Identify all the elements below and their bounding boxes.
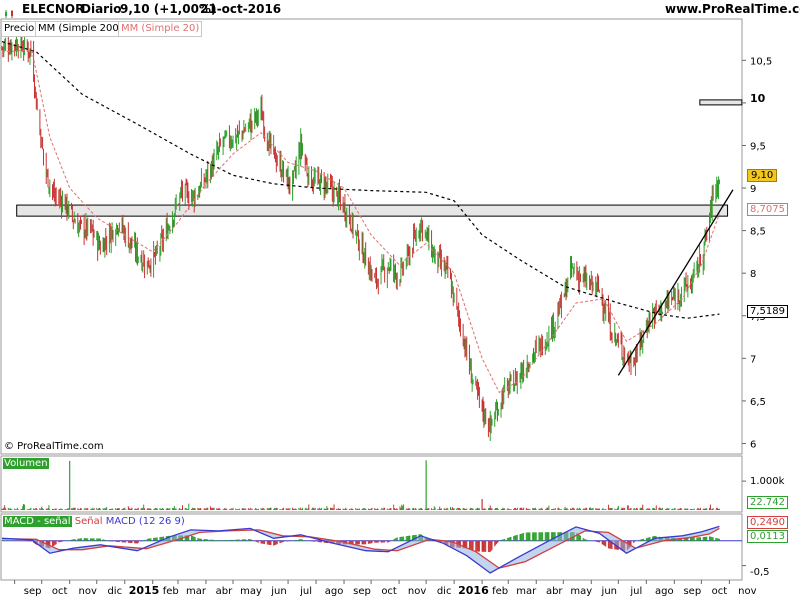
x-tick-label: mar xyxy=(516,586,537,597)
x-tick-label: nov xyxy=(738,586,756,597)
level-marker-box xyxy=(699,99,743,106)
chart-window: 10,59,598,587,576,56 sepoctnovdic2015feb… xyxy=(0,0,800,600)
macd-axis-tick: -0,5 xyxy=(750,567,770,578)
volume-last-label: 22.742 xyxy=(747,496,788,509)
x-tick-label: ago xyxy=(655,586,674,597)
resistance-zone xyxy=(16,204,729,217)
tab-sma200[interactable]: MM (Simple 200) xyxy=(35,21,126,37)
y-tick-label: 7 xyxy=(750,354,756,365)
x-tick-label: jun xyxy=(601,586,617,597)
x-tick-label: sep xyxy=(24,586,42,597)
x-tick-label: jun xyxy=(270,586,286,597)
y-tick-label: 9 xyxy=(750,184,756,195)
watermark: © ProRealTime.com xyxy=(4,441,104,452)
macd-hist-label: 0,0113 xyxy=(747,530,788,543)
x-tick-label: dic xyxy=(107,586,122,597)
x-tick-label: feb xyxy=(492,586,508,597)
symbol-label: ELECNOR xyxy=(22,2,85,16)
tab-sma20[interactable]: MM (Simple 20) xyxy=(118,21,203,37)
macd-hist-title: MACD - señal xyxy=(3,516,72,527)
sma20-value-label: 8,7075 xyxy=(747,203,788,216)
x-tick-label: abr xyxy=(216,586,233,597)
volume-title: Volumen xyxy=(3,458,49,469)
site-label: www.ProRealTime.com xyxy=(665,2,800,16)
x-tick-label: sep xyxy=(353,586,371,597)
y-tick-label: 8,5 xyxy=(750,227,766,238)
x-tick-label: jul xyxy=(629,586,642,597)
macd-signal-title: Señal xyxy=(74,516,103,527)
x-tick-label: oct xyxy=(381,586,397,597)
x-tick-label: oct xyxy=(52,586,68,597)
y-tick-label: 6 xyxy=(750,439,756,450)
x-tick-label: may xyxy=(570,586,592,597)
x-tick-label: jul xyxy=(299,586,312,597)
macd-value-label: 0,2490 xyxy=(747,516,788,529)
x-tick-label: 2015 xyxy=(129,584,160,597)
x-tick-label: nov xyxy=(78,586,96,597)
x-tick-label: nov xyxy=(408,586,426,597)
sma200-value-label: 7,5189 xyxy=(747,305,788,318)
tab-price[interactable]: Precio xyxy=(1,21,38,37)
x-tick-label: oct xyxy=(712,586,728,597)
y-tick-label: 9,5 xyxy=(750,141,766,152)
x-tick-label: mar xyxy=(186,586,207,597)
date-label: 21-oct-2016 xyxy=(200,2,282,16)
x-tick-label: may xyxy=(240,586,262,597)
x-tick-label: abr xyxy=(546,586,563,597)
y-tick-label: 6,5 xyxy=(750,397,766,408)
x-tick-label: ago xyxy=(325,586,344,597)
last-price-label: 9,10 xyxy=(747,169,778,182)
y-tick-label: 10,5 xyxy=(750,56,772,67)
y-tick-label: 8 xyxy=(750,269,756,280)
x-tick-label: feb xyxy=(163,586,179,597)
period-label: Diario xyxy=(81,2,122,16)
chart-type-icon xyxy=(4,4,15,18)
macd-title: MACD - señal Señal MACD (12 26 9) xyxy=(3,516,185,527)
volume-axis-tick: 1.000k xyxy=(750,476,785,487)
x-tick-label: 2016 xyxy=(458,584,489,597)
marker-level-label: 10 xyxy=(750,92,766,105)
x-tick-label: dic xyxy=(437,586,452,597)
x-tick-label: sep xyxy=(683,586,701,597)
macd-main-title: MACD (12 26 9) xyxy=(105,516,185,527)
chart-canvas: 10,59,598,587,576,56 sepoctnovdic2015feb… xyxy=(0,0,800,600)
